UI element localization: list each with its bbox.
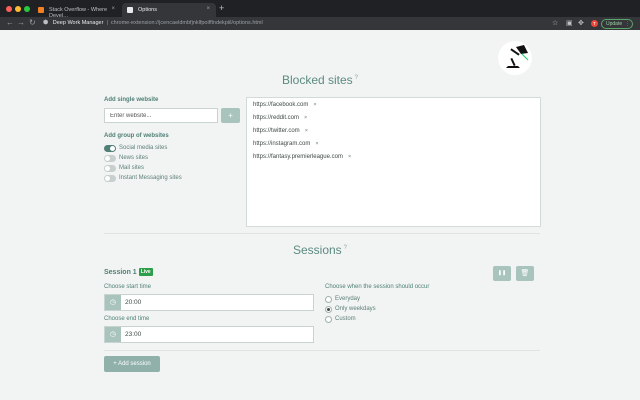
help-icon[interactable]: ? bbox=[344, 245, 347, 251]
url-text: chrome-extension://jcencaeldmbfjnklfpoif… bbox=[110, 20, 263, 26]
image-extension-icon[interactable]: ▣ bbox=[566, 19, 573, 27]
tab-options[interactable]: Options × bbox=[122, 3, 216, 17]
toggle-knob bbox=[110, 146, 115, 151]
minimize-window-button[interactable] bbox=[15, 6, 21, 12]
extension-name: Deep Work Manager bbox=[52, 20, 104, 26]
toggle-switch[interactable] bbox=[104, 175, 116, 182]
trash-icon: 🗑 bbox=[520, 270, 530, 277]
list-item: https://twitter.com × bbox=[253, 128, 308, 134]
extensions-icon[interactable]: ✥ bbox=[578, 19, 584, 27]
list-item: https://instagram.com × bbox=[253, 141, 319, 147]
address-bar[interactable]: ⬢ Deep Work Manager | chrome-extension://j… bbox=[43, 19, 543, 28]
toggle-switch[interactable] bbox=[104, 145, 116, 152]
section-divider bbox=[104, 350, 540, 351]
close-window-button[interactable] bbox=[6, 6, 12, 12]
back-icon[interactable]: ← bbox=[6, 18, 14, 27]
section-divider bbox=[104, 233, 540, 234]
remove-site-icon[interactable]: × bbox=[348, 154, 351, 160]
add-single-website-label: Add single website bbox=[104, 97, 159, 103]
profile-avatar[interactable]: T bbox=[591, 20, 598, 27]
remove-site-icon[interactable]: × bbox=[304, 115, 307, 121]
radio-button[interactable] bbox=[325, 316, 332, 323]
pause-icon: ❚❚ bbox=[497, 270, 507, 276]
option-label: Only weekdays bbox=[335, 306, 376, 312]
tab-stackoverflow[interactable]: Stack Overflow - Where Devel… × bbox=[33, 3, 121, 19]
blocked-sites-title: Blocked sites? bbox=[0, 73, 640, 87]
add-website-button[interactable]: + bbox=[221, 108, 240, 123]
toggle-knob bbox=[105, 156, 110, 161]
live-badge: Live bbox=[138, 268, 153, 276]
tab-close-icon[interactable]: × bbox=[206, 6, 210, 12]
site-url: https://fantasy.premierleague.com bbox=[253, 154, 343, 160]
add-session-button[interactable]: + Add session bbox=[104, 356, 160, 372]
list-item: https://facebook.com × bbox=[253, 102, 317, 108]
delete-button[interactable]: 🗑 bbox=[516, 266, 534, 281]
add-group-label: Add group of websites bbox=[104, 133, 169, 139]
toggle-knob bbox=[105, 166, 110, 171]
radio-button[interactable] bbox=[325, 306, 332, 313]
session-name: Session 1 Live bbox=[104, 268, 153, 276]
site-url: https://facebook.com bbox=[253, 102, 309, 108]
lamp-logo bbox=[498, 41, 532, 75]
update-button[interactable]: Update ⋮ bbox=[601, 18, 633, 29]
radio-button[interactable] bbox=[325, 296, 332, 303]
browser-tab-bar: Stack Overflow - Where Devel… × Options … bbox=[0, 0, 640, 19]
toggle-switch[interactable] bbox=[104, 155, 116, 162]
star-icon[interactable]: ☆ bbox=[552, 19, 558, 27]
blocked-sites-heading: Blocked sites bbox=[281, 73, 353, 87]
stackoverflow-icon bbox=[38, 7, 44, 13]
end-time-field[interactable]: ◷ 23:00 bbox=[104, 326, 314, 343]
clock-icon: ◷ bbox=[105, 295, 121, 310]
maximize-window-button[interactable] bbox=[24, 6, 30, 12]
start-time-field[interactable]: ◷ 20:00 bbox=[104, 294, 314, 311]
new-tab-icon[interactable]: + bbox=[219, 3, 224, 13]
end-time-value: 23:00 bbox=[125, 331, 142, 338]
session-label: Session 1 bbox=[104, 268, 137, 276]
start-time-value: 20:00 bbox=[125, 299, 142, 306]
update-label: Update bbox=[606, 20, 623, 27]
remove-site-icon[interactable]: × bbox=[313, 102, 316, 108]
group-label: Mail sites bbox=[119, 165, 145, 171]
site-url: https://twitter.com bbox=[253, 128, 300, 134]
more-icon: ⋮ bbox=[625, 20, 631, 27]
site-url: https://instagram.com bbox=[253, 141, 311, 147]
group-label: Instant Messaging sites bbox=[119, 175, 182, 181]
website-input[interactable] bbox=[104, 108, 218, 123]
browser-toolbar: ← → ↻ ⬢ Deep Work Manager | chrome-extensi… bbox=[0, 17, 640, 30]
list-item: https://reddit.com × bbox=[253, 115, 307, 121]
remove-site-icon[interactable]: × bbox=[315, 141, 318, 147]
tab-close-icon[interactable]: × bbox=[111, 6, 115, 12]
start-time-label: Choose start time bbox=[104, 284, 152, 290]
help-icon[interactable]: ? bbox=[355, 75, 358, 81]
clock-icon: ◷ bbox=[105, 327, 121, 342]
option-label: Custom bbox=[335, 316, 356, 322]
forward-icon[interactable]: → bbox=[17, 18, 25, 27]
when-label: Choose when the session should occur bbox=[325, 284, 430, 290]
list-item: https://fantasy.premierleague.com × bbox=[253, 154, 351, 160]
remove-site-icon[interactable]: × bbox=[305, 128, 308, 134]
sessions-title: Sessions? bbox=[0, 243, 640, 257]
url-separator: | bbox=[106, 20, 108, 26]
pause-button[interactable]: ❚❚ bbox=[493, 266, 511, 281]
tab-title: Options bbox=[138, 7, 157, 13]
site-url: https://reddit.com bbox=[253, 115, 300, 121]
toggle-knob bbox=[105, 176, 110, 181]
sessions-heading: Sessions bbox=[292, 243, 342, 257]
end-time-label: Choose end time bbox=[104, 316, 150, 322]
group-label: News sites bbox=[119, 155, 149, 161]
option-label: Everyday bbox=[335, 296, 361, 302]
toggle-switch[interactable] bbox=[104, 165, 116, 172]
blocked-sites-list: https://facebook.com × https://reddit.com… bbox=[246, 97, 541, 227]
extension-icon: ⬢ bbox=[43, 20, 49, 26]
page-icon bbox=[127, 7, 133, 13]
group-label: Social media sites bbox=[119, 145, 168, 151]
reload-icon[interactable]: ↻ bbox=[29, 18, 36, 27]
